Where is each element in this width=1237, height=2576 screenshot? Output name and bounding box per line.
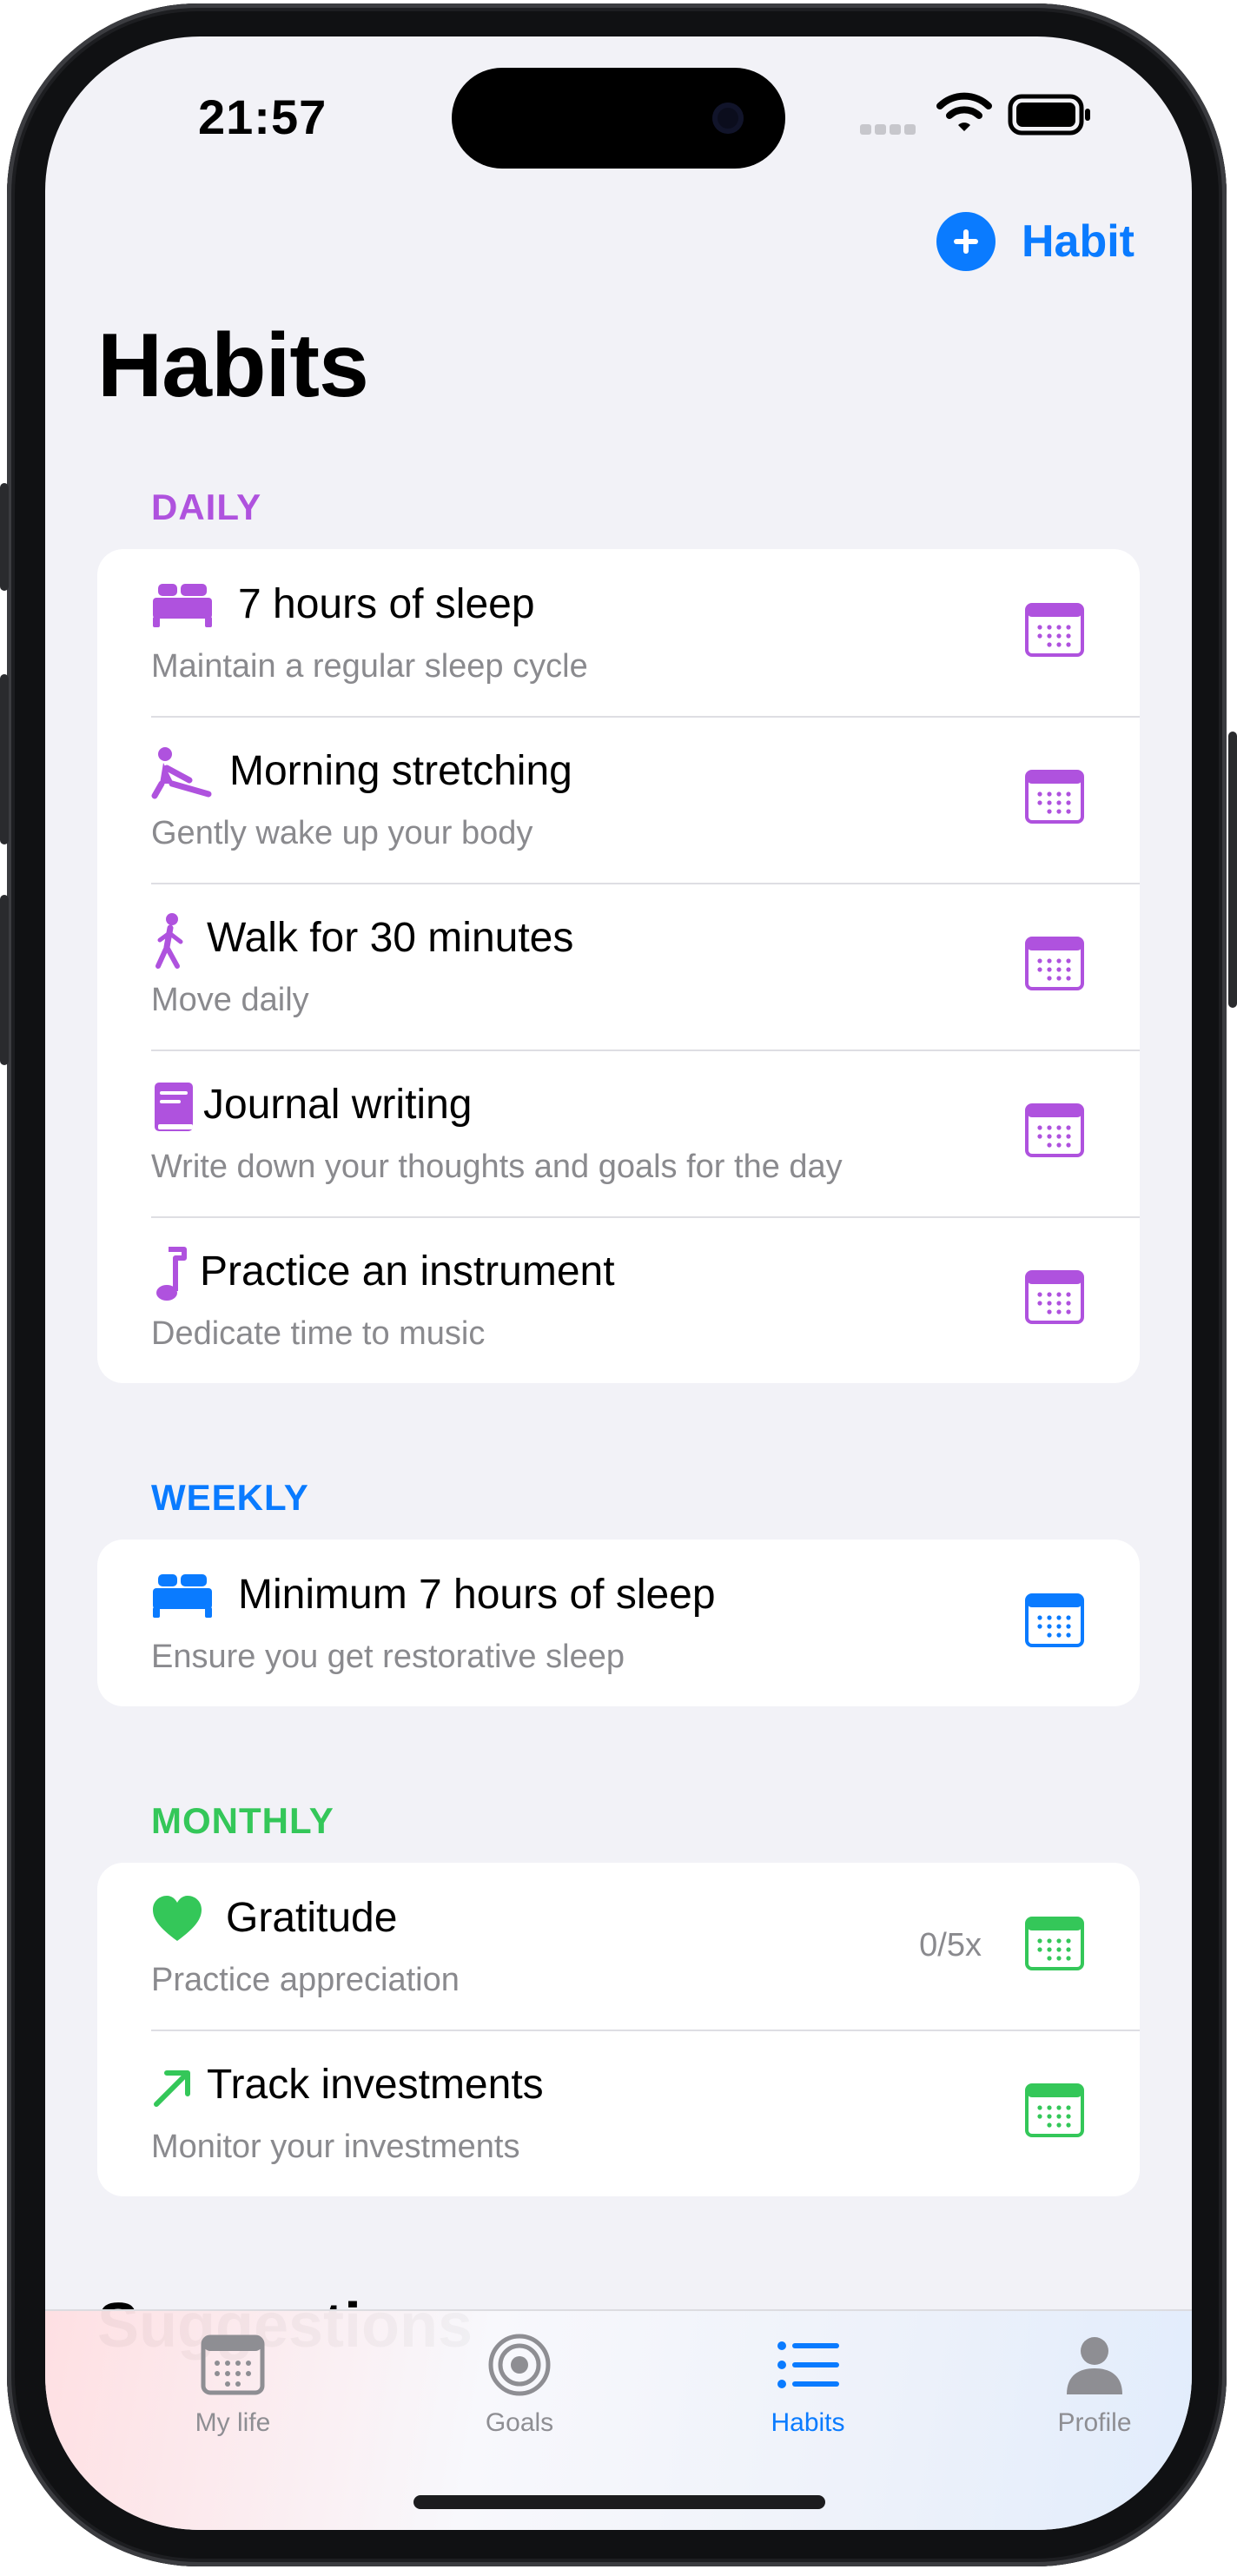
bed-icon xyxy=(151,1569,214,1628)
calendar-icon[interactable] xyxy=(1025,1917,1084,1970)
target-icon xyxy=(485,2330,554,2400)
calendar-icon[interactable] xyxy=(1025,770,1084,824)
tab-profile[interactable]: Profile xyxy=(999,2330,1190,2460)
habit-row[interactable]: Walk for 30 minutes Move daily xyxy=(97,883,1140,1050)
screen: 21:57 Habit Habits DAILY 7 hours of slee… xyxy=(45,36,1192,2530)
action-button xyxy=(0,483,9,591)
habit-subtitle: Ensure you get restorative sleep xyxy=(151,1639,625,1675)
tab-goals[interactable]: Goals xyxy=(424,2330,615,2460)
tab-my-life[interactable]: My life xyxy=(137,2330,328,2460)
calendar-icon[interactable] xyxy=(1025,1103,1084,1157)
habit-subtitle: Move daily xyxy=(151,982,309,1018)
status-time: 21:57 xyxy=(198,89,327,144)
habit-title: Track investments xyxy=(207,2062,544,2108)
monthly-habits-card: Gratitude Practice appreciation 0/5x Tra… xyxy=(97,1863,1140,2196)
habit-row[interactable]: Track investments Monitor your investmen… xyxy=(97,2030,1140,2196)
habit-title: Gratitude xyxy=(226,1895,398,1941)
calendar-icon[interactable] xyxy=(1025,603,1084,657)
bed-icon xyxy=(151,579,214,638)
habit-title: Walk for 30 minutes xyxy=(207,915,574,961)
habit-title: Practice an instrument xyxy=(200,1248,615,1295)
habit-subtitle: Write down your thoughts and goals for t… xyxy=(151,1149,843,1185)
calendar-icon[interactable] xyxy=(1025,1270,1084,1324)
habit-progress-count: 0/5x xyxy=(919,1927,982,1963)
arrow-up-right-icon xyxy=(151,2059,214,2118)
plus-circle-icon xyxy=(936,212,996,271)
signal-icon xyxy=(860,123,923,135)
power-button xyxy=(1228,732,1237,1008)
volume-up-button xyxy=(0,674,9,844)
calendar-icon[interactable] xyxy=(1025,1593,1084,1647)
tab-label: Habits xyxy=(771,2408,845,2437)
tab-label: My life xyxy=(195,2408,271,2437)
list-icon xyxy=(773,2330,843,2400)
volume-down-button xyxy=(0,895,9,1065)
calendar-icon[interactable] xyxy=(1025,2083,1084,2137)
habit-title: 7 hours of sleep xyxy=(238,581,535,627)
add-habit-button[interactable]: Habit xyxy=(936,210,1134,273)
heart-icon xyxy=(151,1892,214,1951)
stretching-icon xyxy=(151,745,214,805)
section-header-daily: DAILY xyxy=(151,487,262,527)
weekly-habits-card: Minimum 7 hours of sleep Ensure you get … xyxy=(97,1540,1140,1706)
calendar-icon xyxy=(198,2330,268,2400)
tab-label: Goals xyxy=(485,2408,554,2437)
tab-habits[interactable]: Habits xyxy=(712,2330,903,2460)
section-header-monthly: MONTHLY xyxy=(151,1800,334,1841)
page-title: Habits xyxy=(97,315,369,416)
tab-label: Profile xyxy=(1057,2408,1132,2437)
habit-row[interactable]: Journal writing Write down your thoughts… xyxy=(97,1050,1140,1216)
dynamic-island xyxy=(452,68,785,169)
camera-icon xyxy=(712,103,744,134)
habit-row[interactable]: 7 hours of sleep Maintain a regular slee… xyxy=(97,549,1140,716)
habit-subtitle: Monitor your investments xyxy=(151,2129,520,2165)
habit-row[interactable]: Morning stretching Gently wake up your b… xyxy=(97,716,1140,883)
add-habit-label: Habit xyxy=(1022,216,1134,267)
habit-subtitle: Dedicate time to music xyxy=(151,1315,486,1352)
habit-row[interactable]: Minimum 7 hours of sleep Ensure you get … xyxy=(97,1540,1140,1706)
walking-icon xyxy=(151,912,214,971)
calendar-icon[interactable] xyxy=(1025,937,1084,990)
habit-subtitle: Practice appreciation xyxy=(151,1962,460,1998)
person-icon xyxy=(1060,2330,1129,2400)
home-indicator xyxy=(413,2495,825,2509)
habit-title: Morning stretching xyxy=(229,748,572,794)
section-header-weekly: WEEKLY xyxy=(151,1477,309,1518)
wifi-icon xyxy=(936,92,992,131)
habit-row[interactable]: Gratitude Practice appreciation 0/5x xyxy=(97,1863,1140,2030)
daily-habits-card: 7 hours of sleep Maintain a regular slee… xyxy=(97,549,1140,1383)
battery-icon xyxy=(1008,94,1090,136)
habit-subtitle: Gently wake up your body xyxy=(151,815,533,851)
habit-subtitle: Maintain a regular sleep cycle xyxy=(151,648,588,685)
habit-title: Journal writing xyxy=(203,1082,473,1128)
habit-title: Minimum 7 hours of sleep xyxy=(238,1572,716,1618)
habit-row[interactable]: Practice an instrument Dedicate time to … xyxy=(97,1216,1140,1383)
